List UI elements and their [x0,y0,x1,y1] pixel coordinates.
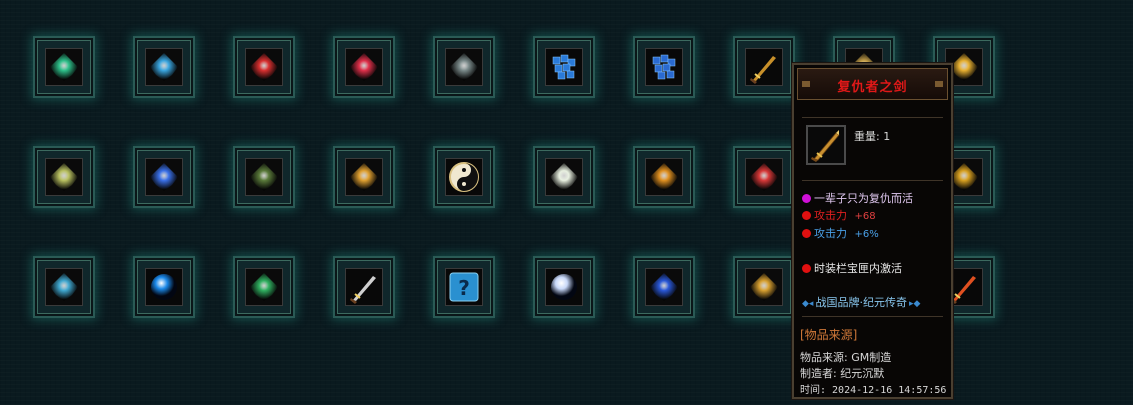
green-dragon-wing-icon [45,48,83,86]
diamond-ornament-icon: ▸◆ [908,299,921,309]
blue-orb-icon [145,268,183,306]
inventory-slot[interactable] [433,146,495,208]
attribute-text: 一辈子只为复仇而活 [814,192,913,205]
inventory-slot[interactable] [633,146,695,208]
red-flower-gem-icon [345,48,383,86]
activation-text: 时装栏宝匣内激活 [814,262,902,275]
inventory-slot[interactable] [633,256,695,318]
inventory-slot[interactable] [733,36,795,98]
attribute-text: 攻击力 [814,209,847,222]
blue-crystal-cluster-icon [545,48,583,86]
attribute-line: 一辈子只为复仇而活 [802,190,913,206]
attribute-line: 攻击力 +68 [802,207,876,223]
source-header: [物品来源] [800,328,858,342]
jade-amulet-icon [245,158,283,196]
red-phoenix-icon [245,48,283,86]
activation-line: 时装栏宝匣内激活 [802,260,902,276]
inventory-slot[interactable] [733,256,795,318]
svg-text:?: ? [458,276,470,300]
item-tooltip: 复仇者之剑 重量: 1 一辈子只为复仇而活 攻击力 +68 攻击力 +6% 时装… [792,63,953,399]
inventory-slot[interactable] [533,256,595,318]
inventory-slot[interactable] [333,146,395,208]
blue-fire-bowl-icon [645,268,683,306]
blue-treasure-chest-icon [145,48,183,86]
inventory-slot[interactable] [233,146,295,208]
diamond-ornament-icon: ◆◂ [802,299,814,309]
inventory-slot[interactable] [333,36,395,98]
blue-lightning-claw-icon [145,158,183,196]
inventory-slot[interactable] [533,36,595,98]
attribute-value: +68 [854,211,876,222]
golden-frame-dragon-icon [45,268,83,306]
question-mark-icon: ? [445,268,483,306]
inventory-slot[interactable] [233,256,295,318]
red-blossom-icon [745,158,783,196]
golden-sword-icon [806,125,846,165]
maker-line: 制造者: 纪元沉默 [800,367,885,380]
inventory-slot[interactable]: ? [433,256,495,318]
inventory-slot[interactable] [633,36,695,98]
divider [802,117,943,118]
golden-sword-icon [745,48,783,86]
attribute-text: 攻击力 [814,227,847,240]
inventory-slot[interactable] [133,36,195,98]
item-name: 复仇者之剑 [837,80,908,95]
bullet-icon [802,264,811,273]
golden-token-icon [645,158,683,196]
green-gold-emblem-icon [45,158,83,196]
inventory-slot[interactable] [333,256,395,318]
divider [802,316,943,317]
blue-crystal-cluster-icon [645,48,683,86]
item-weight: 重量: 1 [854,130,891,143]
tooltip-title-bar: 复仇者之剑 [797,68,948,100]
green-serpent-icon [245,268,283,306]
inventory-slot[interactable] [133,256,195,318]
bullet-icon [802,229,811,238]
inventory-slot[interactable] [33,36,95,98]
yin-yang-icon [445,158,483,196]
brand-text: 战国品牌·纪元传奇 [815,296,907,309]
inventory-slot[interactable] [733,146,795,208]
white-lotus-icon [545,158,583,196]
divider [802,180,943,181]
source-line: 物品来源: GM制造 [800,351,892,364]
inventory-slot[interactable] [433,36,495,98]
golden-heart-icon [345,158,383,196]
white-scimitar-icon [345,268,383,306]
attribute-value: +6% [854,229,879,240]
attribute-line: 攻击力 +6% [802,225,879,241]
brand-line: ◆◂ 战国品牌·纪元传奇 ▸◆ [802,294,920,310]
time-line: 时间: 2024-12-16 14:57:56 [800,385,947,396]
golden-rune-disc-icon [745,268,783,306]
inventory-slot[interactable] [233,36,295,98]
bullet-icon [802,194,811,203]
inventory-slot[interactable] [33,146,95,208]
inventory-slot[interactable] [33,256,95,318]
bullet-icon [802,211,811,220]
glowing-white-orb-icon [545,268,583,306]
inventory-slot[interactable] [533,146,595,208]
dark-armor-icon [445,48,483,86]
inventory-slot[interactable] [133,146,195,208]
